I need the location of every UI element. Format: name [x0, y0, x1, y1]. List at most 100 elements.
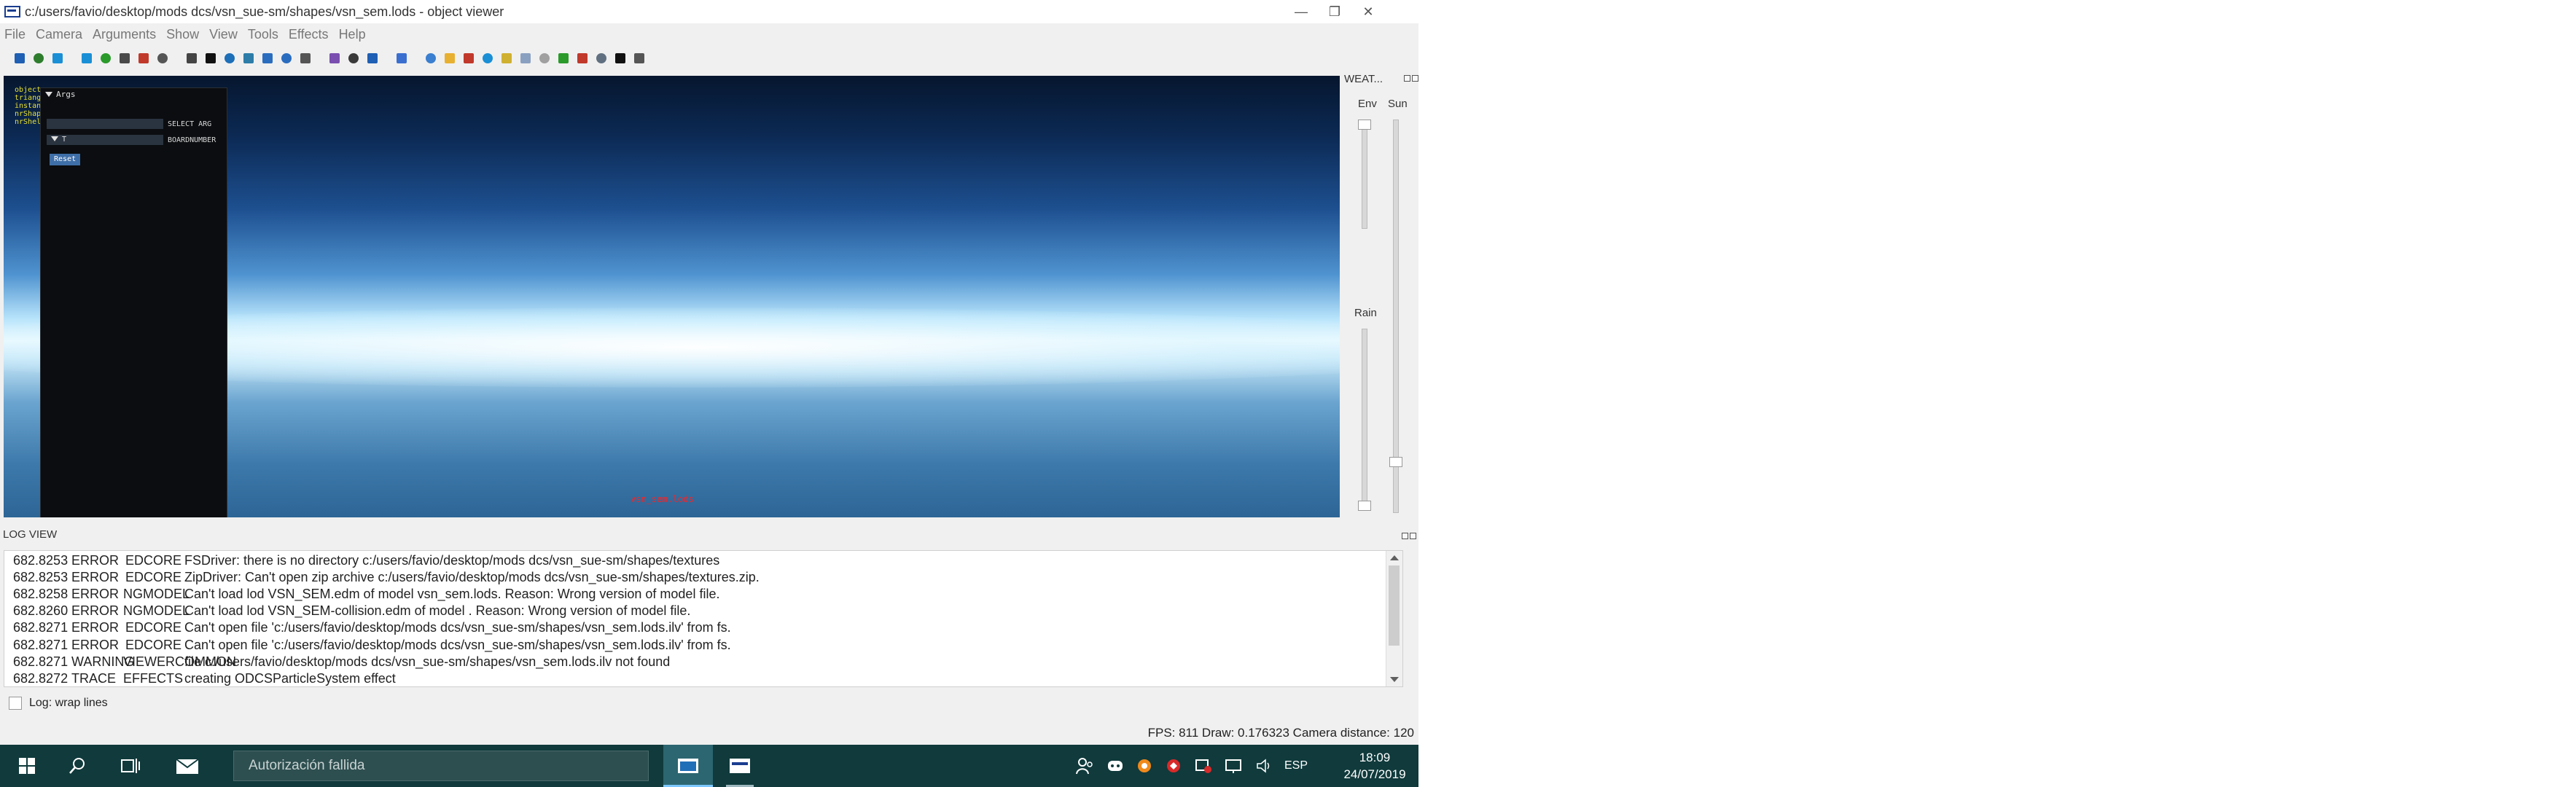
game-app-icon[interactable] — [1136, 757, 1153, 775]
float-panel-icon[interactable] — [1404, 75, 1410, 82]
reset-button[interactable]: Reset — [50, 154, 81, 165]
target-icon[interactable] — [577, 53, 588, 63]
menu-help[interactable]: Help — [339, 27, 366, 42]
arrows-icon[interactable] — [262, 53, 273, 63]
sun-slider-thumb[interactable] — [1389, 456, 1402, 467]
discord-icon[interactable] — [1106, 759, 1124, 773]
select-arg-input[interactable] — [47, 119, 163, 129]
rain-label: Rain — [1354, 307, 1377, 319]
close-panel-icon[interactable] — [1412, 75, 1418, 82]
bug-icon[interactable] — [138, 53, 149, 63]
menu-arguments[interactable]: Arguments — [93, 27, 156, 42]
log-message: FSDriver: there is no directory c:/users… — [184, 552, 720, 568]
menu-tools[interactable]: Tools — [248, 27, 278, 42]
palette-icon[interactable] — [329, 53, 340, 63]
menu-camera[interactable]: Camera — [36, 27, 82, 42]
cross-icon[interactable] — [187, 53, 197, 63]
color-grid-icon[interactable] — [348, 53, 359, 63]
people-icon[interactable] — [1076, 756, 1095, 775]
scroll-thumb[interactable] — [1389, 565, 1400, 646]
save-icon[interactable] — [15, 53, 25, 63]
figure-icon[interactable] — [634, 53, 644, 63]
reload-icon[interactable] — [34, 53, 44, 63]
log-entry[interactable]: 682.8271 ERROR EDCORE Can't open file 'c:/u… — [13, 619, 731, 637]
volume-icon[interactable] — [1255, 757, 1273, 775]
menu-show[interactable]: Show — [166, 27, 199, 42]
log-time: 682.8271 — [13, 654, 69, 669]
arrow-right-icon[interactable] — [281, 53, 292, 63]
log-entry[interactable]: 682.8271 ERROR EDCORE Can't open file 'c:/u… — [13, 636, 731, 654]
env-slider-thumb[interactable] — [1358, 120, 1371, 130]
log-entry[interactable]: 682.8258 ERROR NGMODEL Can't load lod VSN_S… — [13, 585, 719, 603]
log-level: ERROR — [71, 637, 120, 652]
menu-file[interactable]: File — [4, 27, 26, 42]
menu-effects[interactable]: Effects — [289, 27, 329, 42]
close-log-icon[interactable] — [1410, 533, 1416, 539]
scroll-down-icon[interactable] — [1390, 677, 1399, 682]
log-dock-buttons — [1402, 533, 1416, 539]
float-log-icon[interactable] — [1402, 533, 1408, 539]
globe-icon[interactable] — [483, 53, 493, 63]
cube-black-icon[interactable] — [206, 53, 216, 63]
terminal-icon[interactable] — [615, 53, 625, 63]
log-list[interactable]: 682.8253 ERROR EDCORE FSDriver: there is no… — [4, 550, 1403, 687]
search-button[interactable] — [55, 745, 101, 787]
undo-icon[interactable] — [367, 53, 378, 63]
close-button[interactable]: ✕ — [1351, 0, 1385, 23]
dot-icon[interactable] — [426, 53, 436, 63]
layout-icon[interactable] — [539, 53, 550, 63]
language-indicator[interactable]: ESP — [1284, 759, 1308, 772]
red-app-icon[interactable] — [1165, 757, 1182, 775]
start-button[interactable] — [4, 745, 50, 787]
board-number-label: BOARDNUMBER — [168, 136, 216, 144]
wrap-lines-checkbox[interactable] — [9, 697, 22, 710]
mail-app-button[interactable] — [165, 745, 210, 787]
person-icon[interactable] — [157, 53, 168, 63]
circle-icon[interactable] — [82, 53, 92, 63]
log-scrollbar[interactable] — [1386, 551, 1402, 686]
weather-panel: WEAT... Env Sun Rain — [1340, 71, 1418, 517]
table-icon[interactable] — [558, 53, 569, 63]
flask-icon[interactable] — [243, 53, 254, 63]
system-tray: ESP — [1076, 745, 1308, 787]
minimize-button[interactable]: — — [1284, 0, 1318, 23]
log-entry[interactable]: 682.8272 TRACE EFFECTS creating ODCSParticl… — [13, 670, 396, 687]
env-slider-track[interactable] — [1362, 120, 1367, 229]
panel-icon[interactable] — [300, 53, 311, 63]
restore-button[interactable]: ❐ — [1318, 0, 1351, 23]
scroll-up-icon[interactable] — [1390, 555, 1399, 560]
wrap-lines-option[interactable]: Log: wrap lines — [9, 697, 108, 710]
sun-slider-track[interactable] — [1393, 120, 1399, 513]
log-entry[interactable]: 682.8253 ERROR EDCORE FSDriver: there is no… — [13, 552, 719, 569]
menu-view[interactable]: View — [209, 27, 238, 42]
usb-device-icon[interactable] — [1194, 757, 1213, 775]
rain-slider-thumb[interactable] — [1358, 501, 1371, 511]
log-entry[interactable]: 682.8253 ERROR EDCORE ZipDriver: Can't open… — [13, 568, 760, 586]
task-view-button[interactable] — [108, 745, 153, 787]
network-icon[interactable] — [1225, 757, 1244, 775]
sun-icon[interactable] — [501, 53, 512, 63]
box-red-icon[interactable] — [464, 53, 474, 63]
tree-item-label: T — [62, 136, 67, 144]
camera-icon[interactable] — [520, 53, 531, 63]
taskbar-search-box[interactable]: Autorización fallida — [233, 751, 649, 781]
log-time: 682.8253 — [13, 569, 69, 584]
log-entry[interactable]: 682.8260 ERROR NGMODEL Can't load lod VSN_S… — [13, 603, 690, 620]
refresh-icon[interactable] — [101, 53, 111, 63]
menu-bar: File Camera Arguments Show View Tools Ef… — [0, 23, 1418, 45]
model-icon[interactable] — [596, 53, 606, 63]
object-viewer-taskbar-button[interactable] — [663, 745, 713, 787]
sphere-icon[interactable] — [52, 53, 63, 63]
rain-slider-track[interactable] — [1362, 329, 1367, 511]
second-app-taskbar-button[interactable] — [717, 745, 762, 787]
args-header[interactable]: Args — [41, 88, 227, 101]
bar-chart-icon[interactable] — [397, 53, 407, 63]
3d-viewport[interactable]: objects triangles instances nrShapes nrS… — [4, 76, 1340, 517]
tree-item[interactable]: T — [51, 135, 66, 145]
folder-icon[interactable] — [445, 53, 455, 63]
taskbar-clock[interactable]: 18:09 24/07/2019 — [1331, 749, 1418, 783]
board-number-input[interactable]: T — [47, 135, 163, 145]
grid-icon[interactable] — [120, 53, 130, 63]
light-icon[interactable] — [225, 53, 235, 63]
log-entry[interactable]: 682.8271 WARNING VIEWERCOMMON file c:/users… — [13, 653, 670, 670]
